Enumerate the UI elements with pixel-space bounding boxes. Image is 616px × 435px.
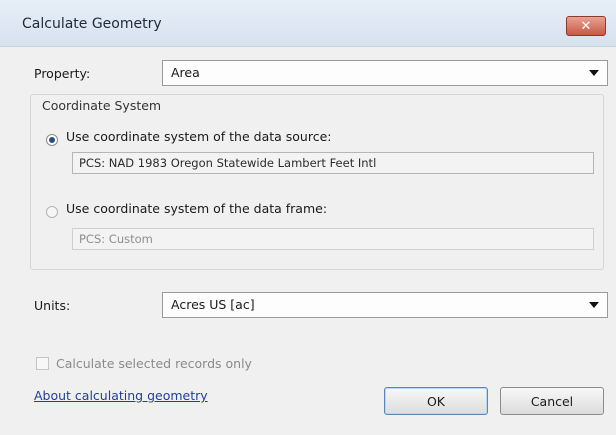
selected-records-checkbox[interactable]: [36, 357, 49, 370]
data-source-crs-field: PCS: NAD 1983 Oregon Statewide Lambert F…: [72, 152, 594, 174]
units-selected-value: Acres US [ac]: [171, 297, 255, 312]
units-dropdown[interactable]: Acres US [ac]: [162, 292, 608, 318]
units-label: Units:: [34, 298, 71, 313]
coordinate-system-title: Coordinate System: [42, 98, 162, 113]
cancel-button-label: Cancel: [530, 393, 574, 409]
calculate-geometry-dialog: Calculate Geometry ✕ Property: Area Coor…: [0, 0, 616, 435]
property-selected-value: Area: [171, 65, 200, 80]
property-label: Property:: [34, 66, 91, 81]
about-geometry-link[interactable]: About calculating geometry: [34, 388, 208, 403]
dialog-title: Calculate Geometry: [22, 16, 162, 32]
radio-data-frame[interactable]: [46, 206, 58, 218]
close-button[interactable]: ✕: [566, 16, 606, 36]
ok-button-label: OK: [426, 393, 446, 409]
radio-data-source[interactable]: [46, 134, 58, 146]
property-dropdown[interactable]: Area: [162, 60, 608, 86]
close-icon: ✕: [580, 18, 592, 34]
chevron-down-icon: [589, 70, 599, 76]
data-frame-crs-field: PCS: Custom: [72, 228, 594, 250]
cancel-button[interactable]: Cancel: [500, 387, 604, 415]
radio-data-source-label[interactable]: Use coordinate system of the data source…: [66, 129, 332, 144]
ok-button[interactable]: OK: [384, 387, 488, 415]
chevron-down-icon: [589, 302, 599, 308]
selected-records-label: Calculate selected records only: [56, 356, 252, 371]
radio-data-frame-label[interactable]: Use coordinate system of the data frame:: [66, 201, 327, 216]
title-bar: Calculate Geometry ✕: [0, 0, 616, 47]
